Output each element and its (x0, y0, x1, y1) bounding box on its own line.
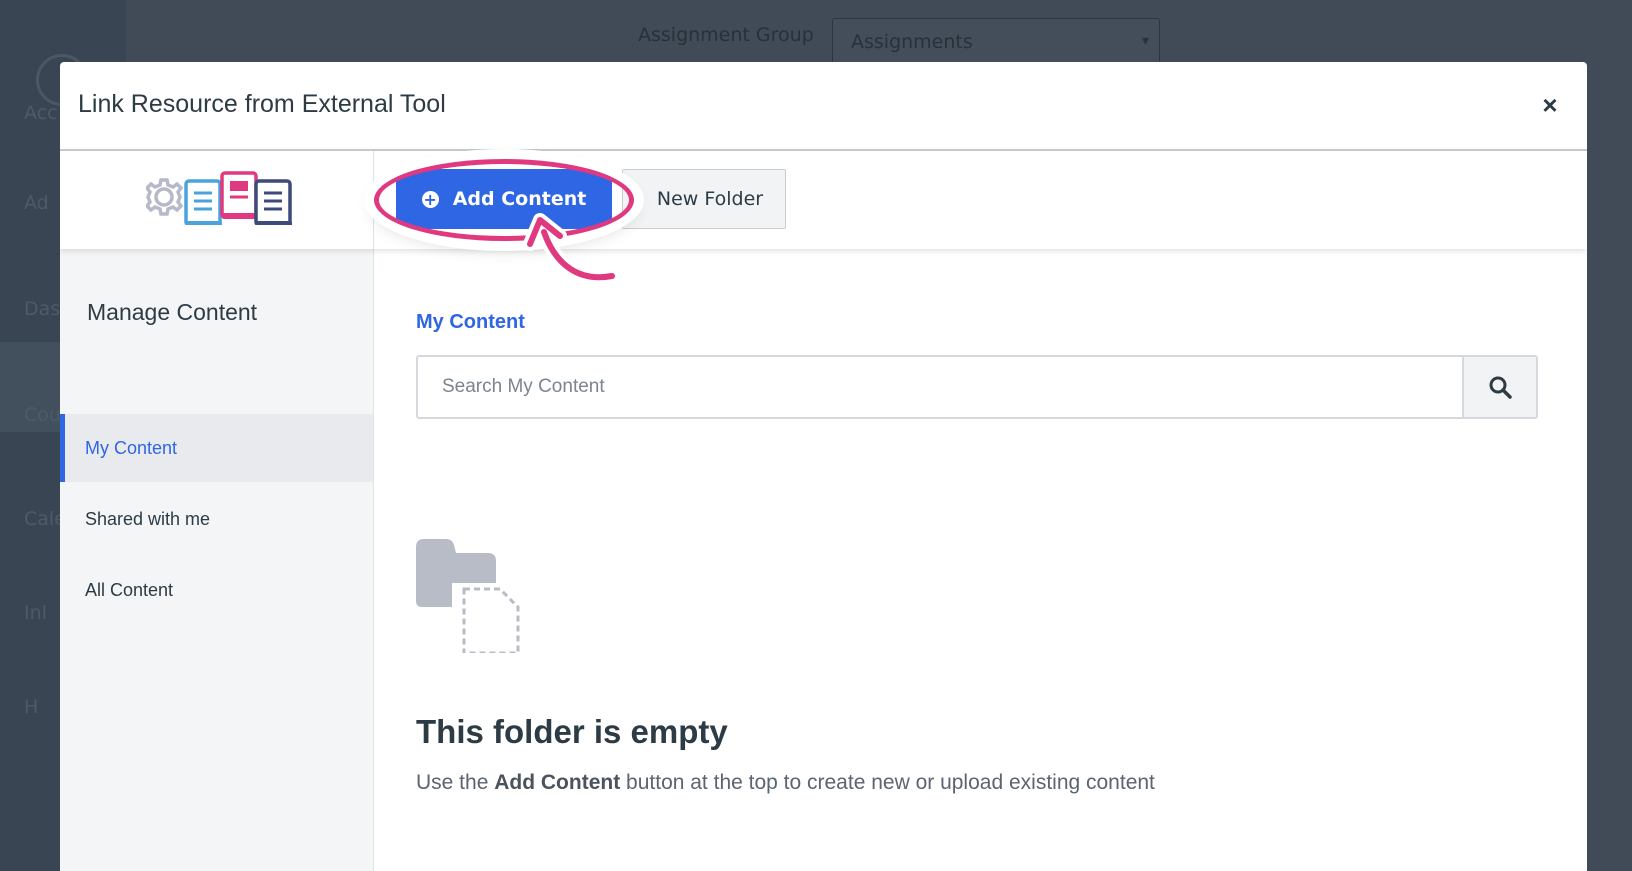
new-folder-button[interactable]: New Folder (622, 169, 786, 229)
search-icon (1489, 376, 1512, 399)
sidebar-item-my-content[interactable]: My Content (60, 414, 373, 482)
app-logo-icon (146, 171, 292, 225)
modal-title: Link Resource from External Tool (78, 90, 446, 118)
plus-circle-icon: + (421, 189, 439, 209)
sidebar-item-shared-with-me[interactable]: Shared with me (60, 485, 373, 553)
bg-select-value: Assignments (851, 31, 973, 53)
bg-nav-label: Acc (24, 102, 58, 124)
bg-nav-label: Ad (24, 192, 49, 214)
logo-cell (60, 151, 374, 249)
sidebar-item-label: All Content (85, 579, 174, 600)
add-content-label: Add Content (452, 188, 587, 210)
sidebar-title: Manage Content (87, 299, 258, 325)
empty-state-text: Use the Add Content button at the top to… (416, 771, 1155, 795)
empty-state-title: This folder is empty (416, 713, 728, 750)
toolbar: + Add Content New Folder (60, 151, 1587, 249)
empty-folder-icon (416, 539, 524, 653)
empty-text-part: button at the top to create new or uploa… (620, 771, 1155, 794)
add-content-button[interactable]: + Add Content (396, 169, 612, 229)
empty-text-bold: Add Content (494, 771, 621, 794)
manage-content-sidebar: Manage Content My Content Shared with me… (60, 249, 374, 871)
bg-nav-label: H (24, 696, 39, 718)
close-button[interactable]: × (1533, 88, 1567, 122)
bg-nav-label: Inl (24, 602, 47, 624)
section-title: My Content (416, 311, 525, 333)
bg-assignment-group-label: Assignment Group (638, 24, 814, 46)
link-resource-modal: Link Resource from External Tool × + Add… (60, 62, 1587, 871)
search-box (416, 355, 1538, 419)
search-button[interactable] (1462, 357, 1536, 417)
search-input[interactable] (418, 357, 1464, 417)
empty-text-part: Use the (416, 771, 495, 794)
bg-assignment-group-select: Assignments ▾ (832, 18, 1160, 64)
sidebar-item-label: My Content (85, 437, 178, 458)
modal-header: Link Resource from External Tool × (60, 62, 1587, 151)
main-content: My Content This folder is empty Use the … (375, 249, 1587, 871)
bg-nav-label: Cou (24, 404, 61, 426)
sidebar-item-all-content[interactable]: All Content (60, 556, 373, 624)
chevron-down-icon: ▾ (1141, 33, 1149, 49)
new-folder-label: New Folder (656, 188, 764, 210)
sidebar-item-label: Shared with me (85, 508, 211, 529)
